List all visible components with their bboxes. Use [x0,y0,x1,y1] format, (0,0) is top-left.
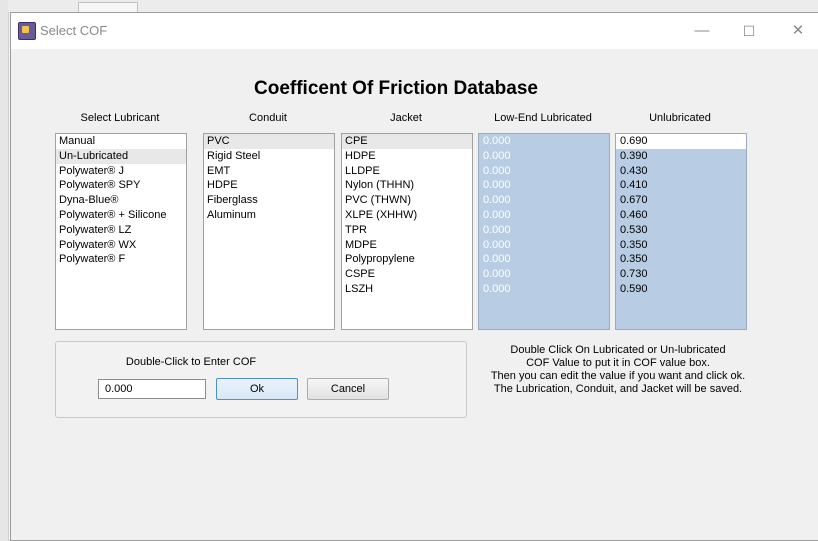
app-icon [18,22,36,40]
help-line: Then you can edit the value if you want … [490,370,746,382]
low-end-value[interactable]: 0.000 [479,149,609,164]
header-select-lubricant: Select Lubricant [80,112,160,124]
unlubricated-value[interactable]: 0.730 [616,267,746,282]
list-item-jacket-selected[interactable]: CPE [342,134,472,149]
cancel-button[interactable]: Cancel [307,378,389,400]
list-item-lubricant[interactable]: Dyna-Blue® [56,193,186,208]
low-end-value[interactable]: 0.000 [479,193,609,208]
help-line: Double Click On Lubricated or Un-lubrica… [510,344,726,356]
unlubricated-value[interactable]: 0.350 [616,238,746,253]
list-item-conduit[interactable]: HDPE [204,178,334,193]
cof-value-input[interactable] [98,379,206,399]
maximize-button[interactable]: ☐ [729,19,769,43]
list-item-conduit[interactable]: Aluminum [204,208,334,223]
low-end-value[interactable]: 0.000 [479,208,609,223]
help-text: Double Click On Lubricated or Un-lubrica… [473,344,763,396]
unlubricated-value[interactable]: 0.590 [616,282,746,297]
unlubricated-value[interactable]: 0.530 [616,223,746,238]
low-end-value[interactable]: 0.000 [479,252,609,267]
list-item-conduit-selected[interactable]: PVC [204,134,334,149]
unlubricated-value[interactable]: 0.460 [616,208,746,223]
list-item-lubricant[interactable]: Polywater® J [56,164,186,179]
header-unlubricated: Unlubricated [649,112,711,124]
list-item-lubricant[interactable]: Polywater® + Silicone [56,208,186,223]
list-item-conduit[interactable]: Fiberglass [204,193,334,208]
dialog-content: Coefficent Of Friction Database Select L… [11,49,818,540]
header-conduit: Conduit [249,112,287,124]
low-end-value[interactable]: 0.000 [479,238,609,253]
lubricant-list[interactable]: Manual Un-Lubricated Polywater® J Polywa… [55,133,187,330]
page-title: Coefficent Of Friction Database [254,78,538,99]
list-item-conduit[interactable]: EMT [204,164,334,179]
list-item-lubricant[interactable]: Polywater® LZ [56,223,186,238]
list-item-jacket[interactable]: TPR [342,223,472,238]
cof-entry-label: Double-Click to Enter COF [125,356,257,368]
title-bar: Select COF — ☐ ✕ [11,13,818,49]
select-cof-dialog: Select COF — ☐ ✕ Coefficent Of Friction … [10,12,818,541]
list-item-jacket[interactable]: PVC (THWN) [342,193,472,208]
low-end-value[interactable]: 0.000 [479,164,609,179]
list-item-jacket[interactable]: XLPE (XHHW) [342,208,472,223]
list-item-lubricant[interactable]: Polywater® WX [56,238,186,253]
list-item-jacket[interactable]: MDPE [342,238,472,253]
unlubricated-value[interactable]: 0.350 [616,252,746,267]
unlubricated-value[interactable]: 0.390 [616,149,746,164]
header-jacket: Jacket [390,112,422,124]
list-item-jacket[interactable]: LSZH [342,282,472,297]
low-end-lubricated-values[interactable]: 0.000 0.000 0.000 0.000 0.000 0.000 0.00… [478,133,610,330]
unlubricated-value[interactable]: 0.430 [616,164,746,179]
close-button[interactable]: ✕ [778,19,818,43]
list-item-lubricant-selected[interactable]: Un-Lubricated [56,148,186,164]
background-window-edge [0,0,9,541]
unlubricated-values[interactable]: 0.690 0.390 0.430 0.410 0.670 0.460 0.53… [615,133,747,330]
list-item-jacket[interactable]: Polypropylene [342,252,472,267]
unlubricated-value[interactable]: 0.670 [616,193,746,208]
ok-button[interactable]: Ok [216,378,298,400]
low-end-value[interactable]: 0.000 [479,178,609,193]
unlubricated-value[interactable]: 0.410 [616,178,746,193]
window-title: Select COF [40,23,108,38]
background-toolbar-strip [8,0,818,13]
cof-entry-group: Double-Click to Enter COF Ok Cancel [55,341,467,418]
list-item-lubricant[interactable]: Polywater® SPY [56,178,186,193]
list-item-jacket[interactable]: LLDPE [342,164,472,179]
help-line: COF Value to put it in COF value box. [526,357,710,369]
list-item-jacket[interactable]: Nylon (THHN) [342,178,472,193]
low-end-value[interactable]: 0.000 [479,267,609,282]
list-item-lubricant[interactable]: Polywater® F [56,252,186,267]
list-item-lubricant[interactable]: Manual [56,134,186,149]
list-item-jacket[interactable]: HDPE [342,149,472,164]
unlubricated-value[interactable]: 0.690 [616,134,746,149]
list-item-conduit[interactable]: Rigid Steel [204,149,334,164]
header-low-end-lubricated: Low-End Lubricated [494,112,592,124]
conduit-list[interactable]: PVC Rigid Steel EMT HDPE Fiberglass Alum… [203,133,335,330]
jacket-list[interactable]: CPE HDPE LLDPE Nylon (THHN) PVC (THWN) X… [341,133,473,330]
low-end-value[interactable]: 0.000 [479,223,609,238]
help-line: The Lubrication, Conduit, and Jacket wil… [493,383,743,395]
list-item-jacket[interactable]: CSPE [342,267,472,282]
minimize-button[interactable]: — [682,19,722,43]
low-end-value[interactable]: 0.000 [479,134,609,149]
low-end-value[interactable]: 0.000 [479,282,609,297]
